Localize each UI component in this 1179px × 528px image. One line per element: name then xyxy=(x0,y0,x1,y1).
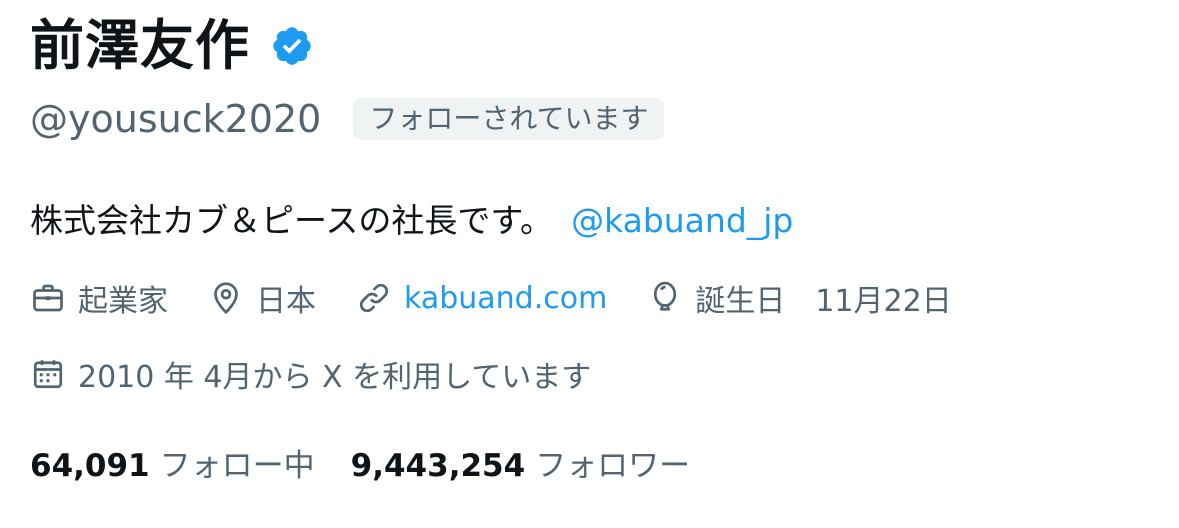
birthday-item: 誕生日 11月22日 xyxy=(647,276,952,320)
balloon-icon xyxy=(654,281,677,311)
joined-item: 2010 年 4月から X を利用しています xyxy=(30,352,591,396)
joined-row: 2010 年 4月から X を利用しています xyxy=(30,350,631,398)
profile-header: 前澤友作 @yousuck2020 フォローされています 株式会社カブ＆ピースの… xyxy=(30,0,1150,528)
name-row: 前澤友作 xyxy=(30,14,314,78)
profile-meta-row: 起業家 日本 kabuand.com 誕生日 11月22日 xyxy=(30,274,992,322)
follow-stats: 64,091 フォロー中 9,443,254 フォロワー xyxy=(30,438,726,486)
category-item: 起業家 xyxy=(30,276,168,320)
display-name: 前澤友作 xyxy=(30,14,250,77)
category-label: 起業家 xyxy=(78,284,168,319)
birthday-label: 誕生日 xyxy=(695,284,786,319)
location-pin-icon xyxy=(214,282,238,315)
user-handle: @yousuck2020 xyxy=(30,97,322,141)
bio-mention-link[interactable]: @kabuand_jp xyxy=(571,201,793,240)
calendar-icon xyxy=(33,360,63,389)
birthday-value: 11月22日 xyxy=(815,284,952,319)
followers-label: フォロワー xyxy=(535,447,691,484)
website-link[interactable]: kabuand.com xyxy=(404,281,607,316)
briefcase-icon xyxy=(33,284,63,312)
bio: 株式会社カブ＆ピースの社長です。 @kabuand_jp xyxy=(30,196,793,246)
following-count: 64,091 xyxy=(30,447,150,484)
following-label: フォロー中 xyxy=(159,447,315,484)
verified-badge-icon[interactable] xyxy=(270,24,314,68)
website-item[interactable]: kabuand.com xyxy=(356,280,607,316)
location-label: 日本 xyxy=(256,284,316,319)
handle-row: @yousuck2020 フォローされています xyxy=(30,94,665,144)
followers-stat[interactable]: 9,443,254 フォロワー xyxy=(351,440,691,485)
bio-text: 株式会社カブ＆ピースの社長です。 xyxy=(30,201,554,240)
followers-count: 9,443,254 xyxy=(350,447,526,484)
following-stat[interactable]: 64,091 フォロー中 xyxy=(30,440,315,485)
joined-label: 2010 年 4月から X を利用しています xyxy=(78,360,592,395)
link-icon xyxy=(359,283,389,313)
follows-you-badge: フォローされています xyxy=(353,98,665,140)
location-item: 日本 xyxy=(208,276,316,320)
